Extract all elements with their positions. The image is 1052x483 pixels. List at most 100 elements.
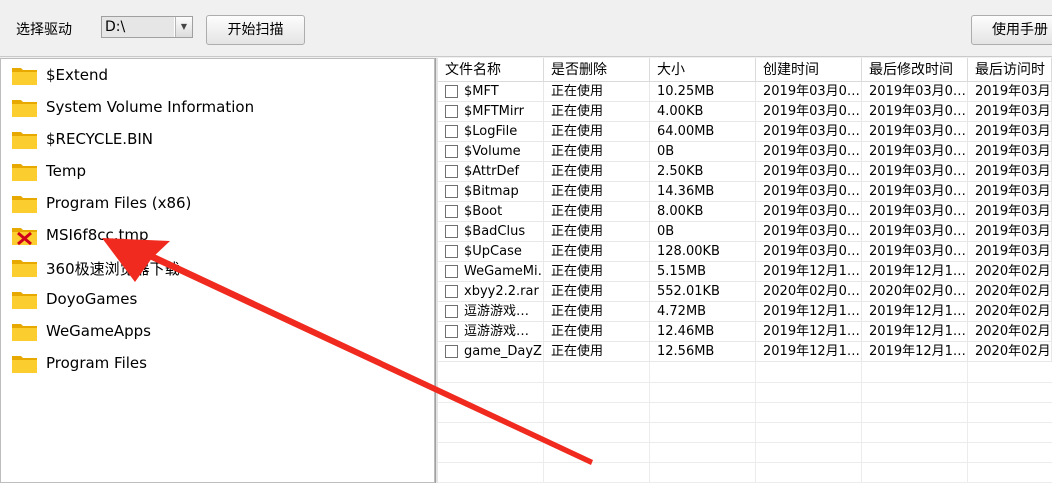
tree-item-label: Program Files	[46, 354, 147, 372]
file-name: WeGameMi…	[464, 264, 544, 279]
header-created[interactable]: 创建时间	[756, 58, 862, 82]
table-cell: 2019年03月0…	[756, 102, 862, 122]
table-cell: 0B	[650, 222, 756, 242]
row-checkbox[interactable]	[445, 145, 458, 158]
row-checkbox[interactable]	[445, 305, 458, 318]
row-checkbox[interactable]	[445, 125, 458, 138]
folder-icon	[12, 164, 37, 181]
folder-icon	[12, 132, 37, 149]
row-checkbox[interactable]	[445, 185, 458, 198]
file-name-cell[interactable]: WeGameMi…	[438, 262, 544, 282]
file-name-cell[interactable]: $Volume	[438, 142, 544, 162]
start-scan-button[interactable]: 开始扫描	[206, 15, 305, 45]
grid-line	[438, 382, 1052, 383]
file-name: $UpCase	[464, 244, 522, 259]
folder-icon	[12, 356, 37, 373]
folder-icon	[12, 260, 37, 277]
table-cell: 5.15MB	[650, 262, 756, 282]
file-name-cell[interactable]: $Bitmap	[438, 182, 544, 202]
file-name: $MFTMirr	[464, 104, 524, 119]
grid-line	[649, 362, 650, 483]
tree-item-label: $Extend	[46, 66, 109, 84]
table-cell: 2020年02月0…	[862, 282, 968, 302]
table-cell: 2019年03月0…	[862, 82, 968, 102]
file-name-cell[interactable]: $LogFile	[438, 122, 544, 142]
header-file-name[interactable]: 文件名称	[438, 58, 544, 82]
chevron-down-icon[interactable]: ▼	[175, 17, 192, 37]
table-cell: 2020年02月	[968, 342, 1052, 362]
file-name-cell[interactable]: $Boot	[438, 202, 544, 222]
row-checkbox[interactable]	[445, 205, 458, 218]
table-cell: 2019年03月0…	[862, 162, 968, 182]
folder-icon	[12, 324, 37, 341]
file-name: $BadClus	[464, 224, 526, 239]
table-cell: 正在使用	[544, 182, 650, 202]
tree-item-label: DoyoGames	[46, 290, 138, 308]
header-deleted[interactable]: 是否删除	[544, 58, 650, 82]
table-cell: 2019年03月0…	[862, 102, 968, 122]
file-name-cell[interactable]: 逗游游戏…	[438, 302, 544, 322]
header-modified[interactable]: 最后修改时间	[862, 58, 968, 82]
file-name-cell[interactable]: 逗游游戏…	[438, 322, 544, 342]
table-cell: 2019年12月1…	[862, 322, 968, 342]
grid-line	[438, 422, 1052, 423]
file-name-cell[interactable]: $AttrDef	[438, 162, 544, 182]
table-cell: 2019年12月1…	[756, 342, 862, 362]
row-checkbox[interactable]	[445, 105, 458, 118]
table-cell: 2019年03月	[968, 122, 1052, 142]
row-checkbox[interactable]	[445, 345, 458, 358]
folder-icon	[12, 100, 37, 117]
row-checkbox[interactable]	[445, 285, 458, 298]
row-checkbox[interactable]	[445, 165, 458, 178]
user-manual-button[interactable]: 使用手册	[971, 15, 1052, 45]
table-cell: 12.46MB	[650, 322, 756, 342]
table-cell: 正在使用	[544, 262, 650, 282]
table-cell: 2019年12月1…	[862, 342, 968, 362]
table-cell: 2019年03月0…	[756, 82, 862, 102]
table-cell: 12.56MB	[650, 342, 756, 362]
file-name-cell[interactable]: $MFT	[438, 82, 544, 102]
file-name: $LogFile	[464, 124, 518, 139]
file-name: game_DayZ…	[464, 344, 543, 359]
table-cell: 2019年12月1…	[756, 302, 862, 322]
table-cell: 正在使用	[544, 342, 650, 362]
table-cell: 2020年02月0…	[756, 282, 862, 302]
table-cell: 2019年03月	[968, 142, 1052, 162]
table-cell: 2019年12月1…	[756, 322, 862, 342]
drive-select[interactable]: D:\ ▼	[101, 16, 193, 38]
table-cell: 2019年03月	[968, 222, 1052, 242]
tree-item-label: Temp	[46, 162, 86, 180]
header-size[interactable]: 大小	[650, 58, 756, 82]
tree-item-label: $RECYCLE.BIN	[46, 130, 154, 148]
grid-line	[861, 362, 862, 483]
row-checkbox[interactable]	[445, 325, 458, 338]
row-checkbox[interactable]	[445, 265, 458, 278]
table-cell: 2019年03月0…	[756, 122, 862, 142]
table-cell: 正在使用	[544, 82, 650, 102]
file-name: xbyy2.2.rar	[464, 284, 539, 299]
file-name-cell[interactable]: $MFTMirr	[438, 102, 544, 122]
table-cell: 2019年03月	[968, 202, 1052, 222]
drive-label: 选择驱动	[16, 22, 72, 38]
file-name-cell[interactable]: $UpCase	[438, 242, 544, 262]
file-name-cell[interactable]: $BadClus	[438, 222, 544, 242]
grid-line	[967, 362, 968, 483]
folder-icon	[12, 196, 37, 213]
row-checkbox[interactable]	[445, 245, 458, 258]
row-checkbox[interactable]	[445, 85, 458, 98]
folder-tree: $Extend System Volume Information $RECYCLE…	[0, 58, 435, 483]
row-checkbox[interactable]	[445, 225, 458, 238]
tree-item-label: System Volume Information	[46, 98, 255, 116]
file-table: 文件名称 是否删除 大小 创建时间 最后修改时间 最后访问时 $MFT 正在使用 10.25MB…	[438, 58, 1052, 483]
table-cell: 2019年03月0…	[756, 242, 862, 262]
file-name-cell[interactable]: game_DayZ…	[438, 342, 544, 362]
file-name: $Bitmap	[464, 184, 519, 199]
header-accessed[interactable]: 最后访问时	[968, 58, 1052, 82]
table-cell: 14.36MB	[650, 182, 756, 202]
table-cell: 2019年03月0…	[756, 142, 862, 162]
tree-item-label: MSI6f8cc.tmp	[46, 226, 149, 244]
file-name-cell[interactable]: xbyy2.2.rar	[438, 282, 544, 302]
table-cell: 2019年12月1…	[756, 262, 862, 282]
table-cell: 4.00KB	[650, 102, 756, 122]
file-name: $Volume	[464, 144, 521, 159]
